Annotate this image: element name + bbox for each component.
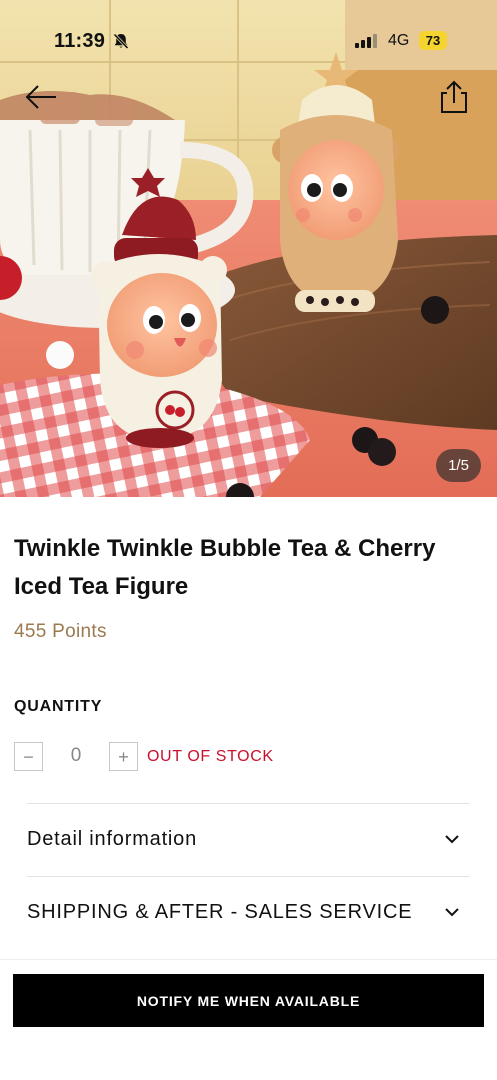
chevron-down-icon: [445, 908, 459, 917]
status-time: 11:39: [54, 30, 106, 52]
back-button[interactable]: [22, 80, 62, 114]
accordion-label: SHIPPING & AFTER - SALES SERVICE: [27, 901, 413, 923]
image-counter: 1/5: [436, 449, 481, 482]
divider: [27, 876, 470, 877]
quantity-increase-button[interactable]: +: [109, 742, 138, 771]
accordion-detail-information[interactable]: Detail information: [27, 805, 470, 875]
share-button[interactable]: [436, 78, 472, 116]
bell-slash-icon: [113, 33, 129, 50]
chevron-down-icon: [445, 835, 459, 844]
arrow-left-icon: [25, 85, 56, 109]
notify-me-button[interactable]: NOTIFY ME WHEN AVAILABLE: [13, 974, 484, 1027]
stock-status: OUT OF STOCK: [147, 748, 274, 765]
status-bar: 11:39 4G 73: [0, 0, 497, 80]
bottom-bar-divider: [0, 959, 497, 960]
product-price: 455 Points: [14, 621, 107, 642]
signal-bars-icon: [355, 34, 377, 48]
quantity-decrease-button[interactable]: −: [14, 742, 43, 771]
accordion-label: Detail information: [27, 828, 198, 850]
product-title: Twinkle Twinkle Bubble Tea & Cherry Iced…: [14, 535, 436, 600]
network-label: 4G: [388, 32, 410, 49]
quantity-value[interactable]: 0: [56, 745, 96, 767]
battery-badge: 73: [419, 31, 447, 50]
accordion-shipping-service[interactable]: SHIPPING & AFTER - SALES SERVICE: [27, 878, 470, 948]
divider: [27, 803, 470, 804]
product-image-gallery[interactable]: 11:39 4G 73 1/5: [0, 0, 497, 497]
share-icon: [441, 80, 467, 113]
quantity-label: QUANTITY: [14, 698, 103, 715]
